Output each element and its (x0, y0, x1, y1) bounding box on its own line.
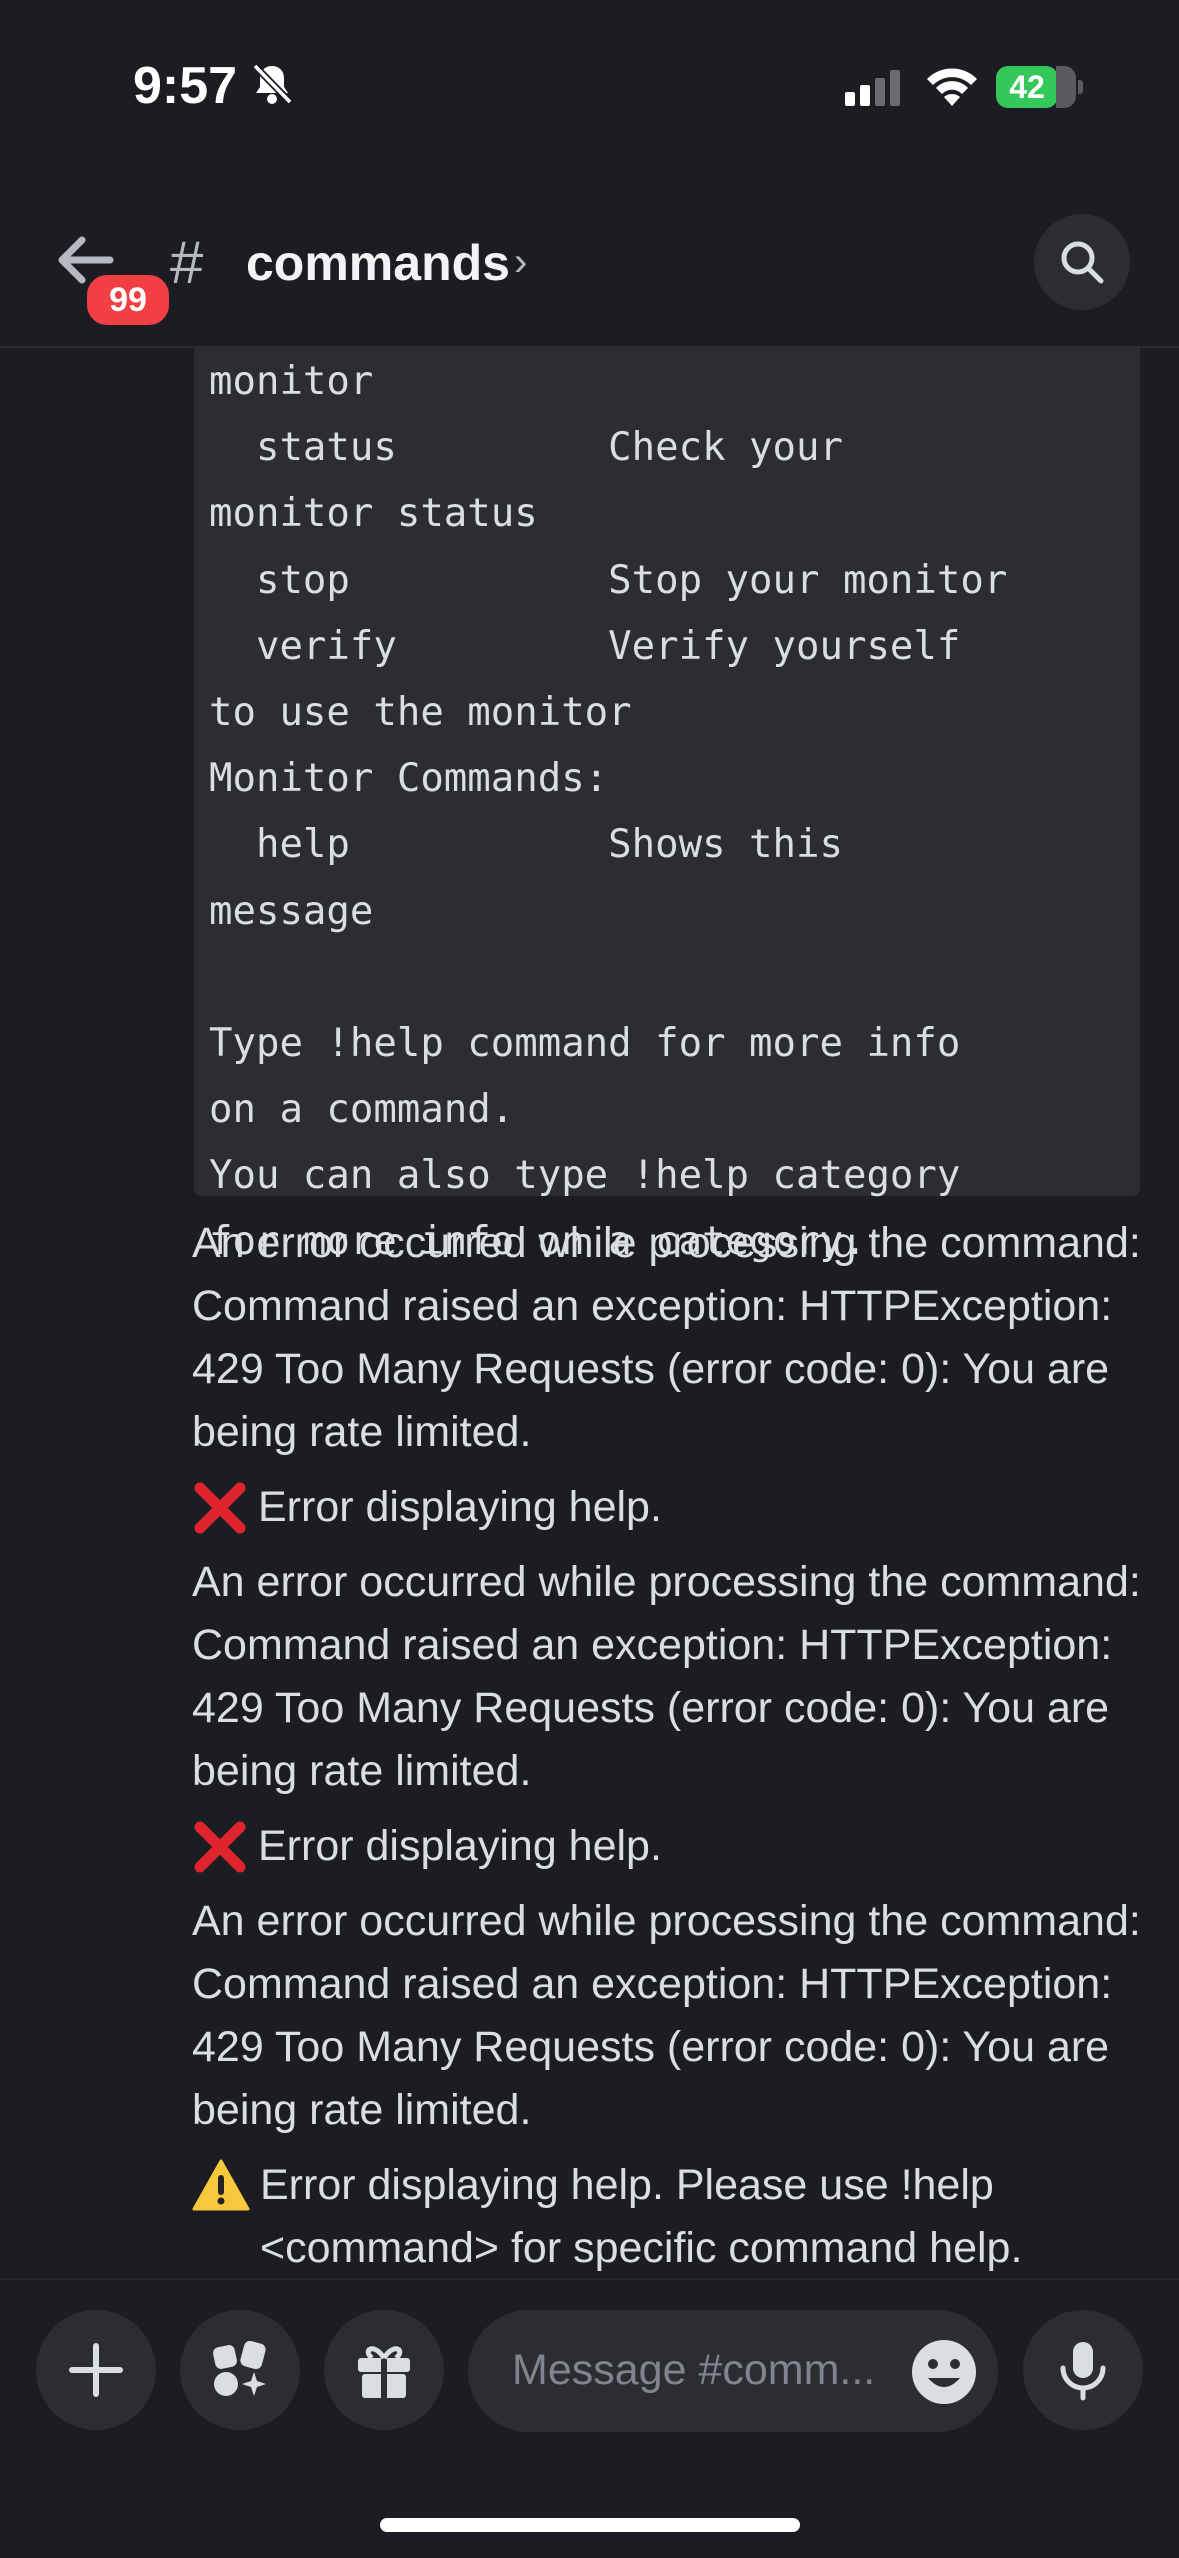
message-input-placeholder: Message #comm... (512, 2346, 876, 2394)
apps-button[interactable] (180, 2310, 300, 2430)
unread-badge: 99 (82, 270, 174, 330)
search-button[interactable] (1034, 214, 1130, 310)
battery-level: 42 (996, 66, 1058, 108)
status-time: 9:57 (133, 57, 238, 115)
warning-message: Error displaying help. Please use !help … (192, 2154, 1152, 2280)
emoji-button[interactable] (908, 2336, 980, 2413)
code-line: stop Stop your monitor (209, 557, 1008, 603)
code-line: You can also type !help category (209, 1153, 961, 1199)
search-icon (1061, 241, 1104, 284)
home-indicator[interactable] (380, 2518, 800, 2532)
code-line: on a command. (209, 1087, 515, 1133)
chevron-right-icon[interactable]: › (514, 240, 527, 285)
channel-title[interactable]: commands (246, 234, 510, 292)
cellular-signal-icon (845, 70, 905, 113)
gift-icon (358, 2346, 410, 2398)
code-line: help Shows this (209, 822, 843, 868)
message-text: An error occurred while processing the c… (192, 1219, 1141, 1456)
error-message: Error displaying help. (192, 1815, 1152, 1878)
apps-icon (213, 2340, 266, 2396)
battery-body (1056, 66, 1076, 108)
message-input[interactable]: Message #comm... (468, 2310, 998, 2432)
code-line: monitor (209, 359, 374, 404)
wifi-icon (924, 64, 980, 113)
add-attachment-button[interactable] (36, 2310, 156, 2430)
code-line: verify Verify yourself (209, 623, 961, 669)
code-block: monitor status Check your monitor status… (194, 348, 1140, 1264)
cross-mark-icon (192, 1480, 248, 1536)
cross-mark-icon (192, 1819, 248, 1875)
code-block-content: monitor status Check your monitor status… (209, 352, 1007, 1273)
emoji-smile-icon (912, 2340, 976, 2404)
warning-text: Error displaying help. Please use !help … (260, 2161, 1023, 2272)
error-message: Error displaying help. (192, 1476, 1152, 1539)
microphone-icon (1060, 2342, 1106, 2401)
plus-icon (69, 2343, 123, 2397)
code-line: monitor status (209, 491, 538, 537)
channel-hash-icon: # (170, 229, 204, 296)
code-line: status Check your (209, 425, 843, 471)
bell-muted-icon (250, 62, 294, 111)
channel-header: 99 # commands › (0, 190, 1179, 348)
message-list: An error occurred while processing the c… (192, 1212, 1152, 2292)
error-text: Error displaying help. (258, 1483, 662, 1531)
code-line: Type !help command for more info (209, 1020, 961, 1066)
error-text: Error displaying help. (258, 1822, 662, 1870)
message-text: An error occurred while processing the c… (192, 1897, 1141, 2134)
status-bar: 9:57 42 (0, 0, 1179, 170)
message-text: An error occurred while processing the c… (192, 1558, 1141, 1795)
code-line: message (209, 888, 374, 934)
voice-message-button[interactable] (1023, 2310, 1143, 2430)
warning-icon (192, 2158, 250, 2212)
code-line: Monitor Commands: (209, 756, 609, 802)
code-line: to use the monitor (209, 689, 632, 735)
gift-button[interactable] (324, 2310, 444, 2430)
battery-nub (1078, 80, 1083, 94)
composer-bar: Message #comm... (0, 2278, 1179, 2558)
